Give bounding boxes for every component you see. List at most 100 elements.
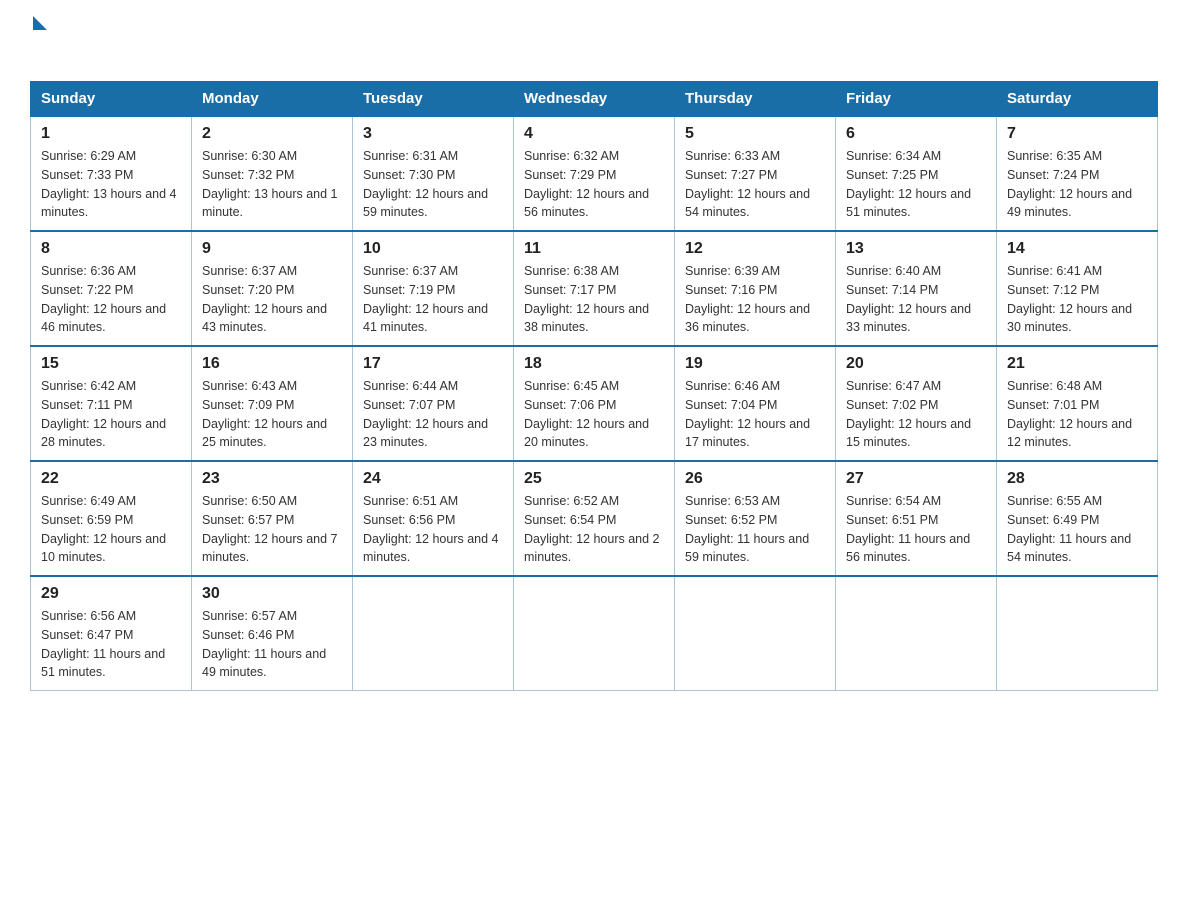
day-info: Sunrise: 6:46 AMSunset: 7:04 PMDaylight:…: [685, 379, 810, 449]
calendar-cell: 6 Sunrise: 6:34 AMSunset: 7:25 PMDayligh…: [836, 116, 997, 231]
day-info: Sunrise: 6:53 AMSunset: 6:52 PMDaylight:…: [685, 494, 809, 564]
day-info: Sunrise: 6:42 AMSunset: 7:11 PMDaylight:…: [41, 379, 166, 449]
day-number: 26: [685, 470, 825, 488]
day-number: 4: [524, 125, 664, 143]
calendar-cell-empty: [353, 576, 514, 691]
day-number: 24: [363, 470, 503, 488]
calendar-cell: 29 Sunrise: 6:56 AMSunset: 6:47 PMDaylig…: [31, 576, 192, 691]
day-number: 9: [202, 240, 342, 258]
calendar-cell: 12 Sunrise: 6:39 AMSunset: 7:16 PMDaylig…: [675, 231, 836, 346]
day-info: Sunrise: 6:34 AMSunset: 7:25 PMDaylight:…: [846, 149, 971, 219]
day-number: 21: [1007, 355, 1147, 373]
calendar-cell: 4 Sunrise: 6:32 AMSunset: 7:29 PMDayligh…: [514, 116, 675, 231]
calendar-week-row: 22 Sunrise: 6:49 AMSunset: 6:59 PMDaylig…: [31, 461, 1158, 576]
day-info: Sunrise: 6:37 AMSunset: 7:20 PMDaylight:…: [202, 264, 327, 334]
day-number: 14: [1007, 240, 1147, 258]
calendar-cell: 14 Sunrise: 6:41 AMSunset: 7:12 PMDaylig…: [997, 231, 1158, 346]
day-info: Sunrise: 6:49 AMSunset: 6:59 PMDaylight:…: [41, 494, 166, 564]
day-number: 19: [685, 355, 825, 373]
day-info: Sunrise: 6:37 AMSunset: 7:19 PMDaylight:…: [363, 264, 488, 334]
calendar-cell-empty: [675, 576, 836, 691]
day-info: Sunrise: 6:47 AMSunset: 7:02 PMDaylight:…: [846, 379, 971, 449]
weekday-header: Tuesday: [353, 82, 514, 117]
day-info: Sunrise: 6:33 AMSunset: 7:27 PMDaylight:…: [685, 149, 810, 219]
day-number: 29: [41, 585, 181, 603]
day-info: Sunrise: 6:43 AMSunset: 7:09 PMDaylight:…: [202, 379, 327, 449]
calendar-cell: 27 Sunrise: 6:54 AMSunset: 6:51 PMDaylig…: [836, 461, 997, 576]
day-number: 15: [41, 355, 181, 373]
day-info: Sunrise: 6:31 AMSunset: 7:30 PMDaylight:…: [363, 149, 488, 219]
day-number: 28: [1007, 470, 1147, 488]
day-number: 7: [1007, 125, 1147, 143]
day-number: 17: [363, 355, 503, 373]
calendar-table: SundayMondayTuesdayWednesdayThursdayFrid…: [30, 81, 1158, 691]
day-info: Sunrise: 6:51 AMSunset: 6:56 PMDaylight:…: [363, 494, 499, 564]
weekday-header: Wednesday: [514, 82, 675, 117]
calendar-cell-empty: [514, 576, 675, 691]
day-number: 12: [685, 240, 825, 258]
calendar-cell: 30 Sunrise: 6:57 AMSunset: 6:46 PMDaylig…: [192, 576, 353, 691]
weekday-header: Sunday: [31, 82, 192, 117]
day-number: 11: [524, 240, 664, 258]
day-info: Sunrise: 6:55 AMSunset: 6:49 PMDaylight:…: [1007, 494, 1131, 564]
day-number: 16: [202, 355, 342, 373]
day-info: Sunrise: 6:44 AMSunset: 7:07 PMDaylight:…: [363, 379, 488, 449]
calendar-cell: 3 Sunrise: 6:31 AMSunset: 7:30 PMDayligh…: [353, 116, 514, 231]
calendar-cell: 9 Sunrise: 6:37 AMSunset: 7:20 PMDayligh…: [192, 231, 353, 346]
weekday-header: Monday: [192, 82, 353, 117]
calendar-cell: 28 Sunrise: 6:55 AMSunset: 6:49 PMDaylig…: [997, 461, 1158, 576]
day-number: 30: [202, 585, 342, 603]
calendar-cell: 20 Sunrise: 6:47 AMSunset: 7:02 PMDaylig…: [836, 346, 997, 461]
day-info: Sunrise: 6:56 AMSunset: 6:47 PMDaylight:…: [41, 609, 165, 679]
day-info: Sunrise: 6:29 AMSunset: 7:33 PMDaylight:…: [41, 149, 177, 219]
day-info: Sunrise: 6:32 AMSunset: 7:29 PMDaylight:…: [524, 149, 649, 219]
day-number: 5: [685, 125, 825, 143]
calendar-cell: 15 Sunrise: 6:42 AMSunset: 7:11 PMDaylig…: [31, 346, 192, 461]
calendar-week-row: 15 Sunrise: 6:42 AMSunset: 7:11 PMDaylig…: [31, 346, 1158, 461]
day-info: Sunrise: 6:36 AMSunset: 7:22 PMDaylight:…: [41, 264, 166, 334]
calendar-cell: 10 Sunrise: 6:37 AMSunset: 7:19 PMDaylig…: [353, 231, 514, 346]
calendar-cell: 24 Sunrise: 6:51 AMSunset: 6:56 PMDaylig…: [353, 461, 514, 576]
day-number: 1: [41, 125, 181, 143]
day-number: 8: [41, 240, 181, 258]
calendar-cell: 7 Sunrise: 6:35 AMSunset: 7:24 PMDayligh…: [997, 116, 1158, 231]
calendar-week-row: 1 Sunrise: 6:29 AMSunset: 7:33 PMDayligh…: [31, 116, 1158, 231]
day-number: 13: [846, 240, 986, 258]
calendar-cell: 17 Sunrise: 6:44 AMSunset: 7:07 PMDaylig…: [353, 346, 514, 461]
day-number: 25: [524, 470, 664, 488]
header: [30, 20, 1158, 61]
weekday-header: Friday: [836, 82, 997, 117]
weekday-header: Saturday: [997, 82, 1158, 117]
day-number: 27: [846, 470, 986, 488]
calendar-cell: 11 Sunrise: 6:38 AMSunset: 7:17 PMDaylig…: [514, 231, 675, 346]
logo: [30, 20, 47, 61]
day-number: 22: [41, 470, 181, 488]
day-info: Sunrise: 6:57 AMSunset: 6:46 PMDaylight:…: [202, 609, 326, 679]
day-info: Sunrise: 6:40 AMSunset: 7:14 PMDaylight:…: [846, 264, 971, 334]
calendar-cell: 16 Sunrise: 6:43 AMSunset: 7:09 PMDaylig…: [192, 346, 353, 461]
weekday-header: Thursday: [675, 82, 836, 117]
day-info: Sunrise: 6:50 AMSunset: 6:57 PMDaylight:…: [202, 494, 338, 564]
day-number: 2: [202, 125, 342, 143]
day-number: 20: [846, 355, 986, 373]
day-number: 23: [202, 470, 342, 488]
day-info: Sunrise: 6:52 AMSunset: 6:54 PMDaylight:…: [524, 494, 660, 564]
calendar-cell: 26 Sunrise: 6:53 AMSunset: 6:52 PMDaylig…: [675, 461, 836, 576]
calendar-week-row: 8 Sunrise: 6:36 AMSunset: 7:22 PMDayligh…: [31, 231, 1158, 346]
day-number: 3: [363, 125, 503, 143]
day-info: Sunrise: 6:35 AMSunset: 7:24 PMDaylight:…: [1007, 149, 1132, 219]
logo-arrow-icon: [33, 16, 47, 30]
day-info: Sunrise: 6:39 AMSunset: 7:16 PMDaylight:…: [685, 264, 810, 334]
weekday-header-row: SundayMondayTuesdayWednesdayThursdayFrid…: [31, 82, 1158, 117]
calendar-cell: 23 Sunrise: 6:50 AMSunset: 6:57 PMDaylig…: [192, 461, 353, 576]
calendar-cell: 13 Sunrise: 6:40 AMSunset: 7:14 PMDaylig…: [836, 231, 997, 346]
calendar-cell: 21 Sunrise: 6:48 AMSunset: 7:01 PMDaylig…: [997, 346, 1158, 461]
calendar-week-row: 29 Sunrise: 6:56 AMSunset: 6:47 PMDaylig…: [31, 576, 1158, 691]
day-info: Sunrise: 6:38 AMSunset: 7:17 PMDaylight:…: [524, 264, 649, 334]
calendar-cell: 2 Sunrise: 6:30 AMSunset: 7:32 PMDayligh…: [192, 116, 353, 231]
day-info: Sunrise: 6:48 AMSunset: 7:01 PMDaylight:…: [1007, 379, 1132, 449]
day-number: 10: [363, 240, 503, 258]
calendar-cell: 25 Sunrise: 6:52 AMSunset: 6:54 PMDaylig…: [514, 461, 675, 576]
calendar-cell: 22 Sunrise: 6:49 AMSunset: 6:59 PMDaylig…: [31, 461, 192, 576]
calendar-cell: 8 Sunrise: 6:36 AMSunset: 7:22 PMDayligh…: [31, 231, 192, 346]
